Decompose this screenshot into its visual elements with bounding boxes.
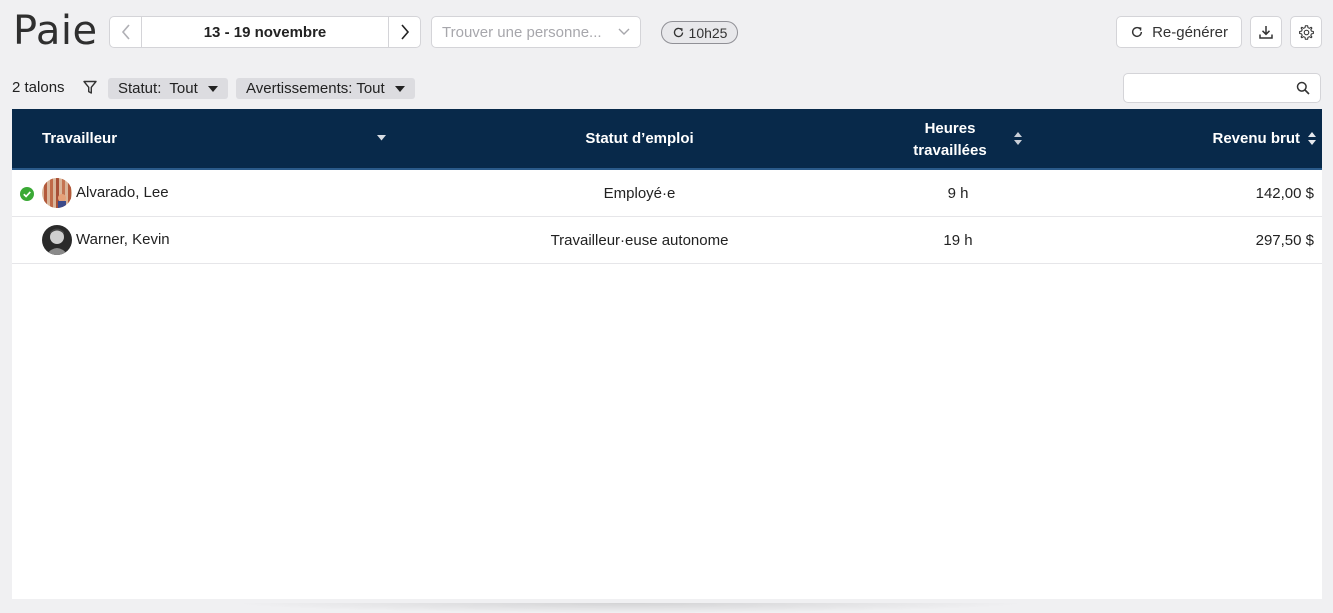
column-header-hours[interactable]: Heures travaillées	[900, 118, 1000, 162]
refresh-icon	[1132, 26, 1143, 38]
date-range-label[interactable]: 13 - 19 novembre	[142, 17, 388, 47]
status-filter-label: Statut: Tout	[118, 80, 198, 97]
column-header-gross-label: Revenu brut	[1212, 130, 1300, 147]
chevron-down-icon	[618, 28, 630, 35]
column-header-employment-status[interactable]: Statut d’emploi	[12, 109, 1267, 168]
chevron-right-icon	[400, 24, 409, 40]
table-row[interactable]: Warner, Kevin Travailleur·euse autonome …	[12, 217, 1322, 264]
caret-down-icon	[207, 85, 218, 92]
page-title: Paie	[13, 8, 98, 54]
column-header-hours-line2: travaillées	[913, 142, 987, 159]
warnings-filter-label: Avertissements: Tout	[246, 80, 385, 97]
table-search-input[interactable]	[1134, 80, 1296, 96]
sort-icon[interactable]	[1014, 131, 1022, 146]
download-button[interactable]	[1250, 16, 1282, 48]
hours-worked: 19 h	[943, 232, 973, 249]
table-search-box[interactable]	[1123, 73, 1321, 103]
bottom-shadow	[230, 603, 1030, 613]
filter-icon[interactable]	[83, 80, 97, 95]
search-icon	[1296, 81, 1310, 95]
column-header-gross-revenue[interactable]: Revenu brut	[1212, 109, 1300, 168]
previous-week-button[interactable]	[110, 17, 142, 47]
sort-icon[interactable]	[1308, 131, 1316, 146]
regenerate-label: Re-générer	[1152, 23, 1228, 41]
employment-status: Travailleur·euse autonome	[550, 232, 729, 249]
status-filter-dropdown[interactable]: Statut: Tout	[108, 78, 228, 99]
caret-down-icon	[394, 85, 405, 92]
payroll-table: Travailleur Statut d’emploi Heures trava…	[12, 109, 1322, 599]
sync-status-badge[interactable]: 10h25	[661, 21, 738, 44]
gross-revenue: 142,00 $	[1255, 185, 1314, 202]
next-week-button[interactable]	[388, 17, 420, 47]
person-search-select[interactable]	[431, 16, 641, 48]
download-icon	[1259, 26, 1273, 39]
chevron-left-icon	[121, 24, 130, 40]
warnings-filter-dropdown[interactable]: Avertissements: Tout	[236, 78, 415, 99]
employment-status: Employé·e	[603, 185, 676, 202]
table-header: Travailleur Statut d’emploi Heures trava…	[12, 109, 1322, 170]
settings-button[interactable]	[1290, 16, 1322, 48]
stub-count: 2 talons	[12, 79, 65, 96]
person-search-input[interactable]	[442, 23, 618, 41]
gear-icon	[1298, 24, 1314, 40]
sync-time: 10h25	[688, 24, 728, 41]
regenerate-button[interactable]: Re-générer	[1116, 16, 1242, 48]
hours-worked: 9 h	[947, 185, 969, 202]
gross-revenue: 297,50 $	[1255, 232, 1314, 249]
column-header-status-label: Statut d’emploi	[585, 130, 694, 147]
refresh-icon	[673, 27, 683, 38]
table-row[interactable]: Alvarado, Lee Employé·e 9 h 142,00 $	[12, 170, 1322, 217]
date-navigator: 13 - 19 novembre	[109, 16, 421, 48]
column-header-hours-line1: Heures	[924, 120, 976, 137]
